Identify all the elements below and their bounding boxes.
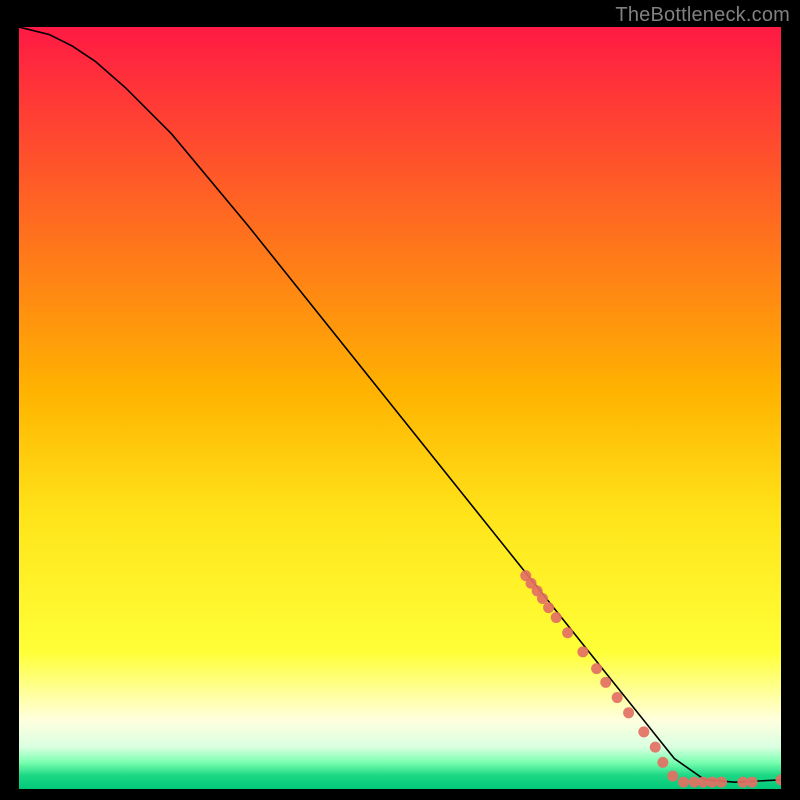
data-point	[678, 777, 689, 788]
data-point	[543, 602, 554, 613]
data-point	[667, 771, 678, 782]
attribution-text: TheBottleneck.com	[615, 4, 790, 27]
chart-container: TheBottleneck.com	[0, 0, 800, 800]
data-point	[638, 726, 649, 737]
bottleneck-plot	[19, 27, 781, 789]
data-point	[747, 777, 758, 788]
data-point	[551, 612, 562, 623]
gradient-background	[19, 27, 781, 789]
data-point	[591, 663, 602, 674]
data-point	[716, 777, 727, 788]
data-point	[577, 646, 588, 657]
data-point	[623, 707, 634, 718]
data-point	[612, 692, 623, 703]
data-point	[537, 593, 548, 604]
data-point	[600, 677, 611, 688]
data-point	[562, 627, 573, 638]
data-point	[657, 757, 668, 768]
data-point	[650, 742, 661, 753]
